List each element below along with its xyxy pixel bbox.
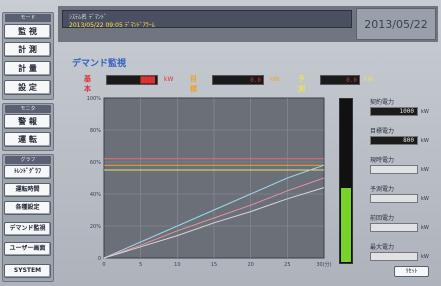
header-bar: ｼｽﾃﾑ名 ﾃﾞﾏﾝﾄﾞ 2013/05/22 09:05 ﾃﾞﾏﾝﾄﾞｱﾗｰﾑ… bbox=[58, 6, 438, 42]
x-tick-label: 0 bbox=[102, 262, 105, 268]
value-field bbox=[370, 194, 418, 203]
nav-operation-button[interactable]: 運 転 bbox=[4, 132, 51, 147]
value-unit: kW bbox=[421, 138, 429, 144]
date-display: 2013/05/22 bbox=[356, 8, 436, 40]
nav-group-header: モニタ bbox=[5, 105, 51, 113]
y-tick-label: 20% bbox=[90, 224, 101, 230]
nav-settings-button[interactable]: 設 定 bbox=[4, 80, 51, 95]
page-title: デマンド監視 bbox=[72, 59, 127, 69]
value-unit: kW bbox=[421, 109, 429, 115]
nav-measure-button[interactable]: 計 測 bbox=[4, 42, 51, 57]
legend-forecast-label: 予測 bbox=[298, 75, 305, 93]
nav-various-settings-button[interactable]: 各種設定 bbox=[4, 201, 51, 215]
value-label: 現時電力 bbox=[370, 157, 395, 164]
y-tick-label: 100% bbox=[87, 96, 102, 102]
value-panel: 契約電力 1000 kW 目標電力 800 kW 現時電力 kW 予測電力 kW 前回電力 kW 最大電… bbox=[360, 95, 440, 279]
nav-trend-graph-button[interactable]: ﾄﾚﾝﾄﾞｸﾞﾗﾌ bbox=[4, 165, 51, 179]
status-panel: ｼｽﾃﾑ名 ﾃﾞﾏﾝﾄﾞ 2013/05/22 09:05 ﾃﾞﾏﾝﾄﾞｱﾗｰﾑ bbox=[62, 10, 352, 29]
legend-target-unit: kW bbox=[270, 76, 280, 83]
x-tick-label: 25 bbox=[284, 262, 290, 268]
value-label: 契約電力 bbox=[370, 99, 395, 106]
x-tick-label: 5 bbox=[139, 262, 142, 268]
nav-monitor-button[interactable]: 監 視 bbox=[4, 24, 51, 39]
value-label: 前回電力 bbox=[370, 215, 395, 222]
nav-metering-button[interactable]: 計 量 bbox=[4, 61, 51, 76]
x-tick-label: 10 bbox=[174, 262, 180, 268]
value-field: 1000 bbox=[370, 107, 418, 116]
value-unit: kW bbox=[421, 196, 429, 202]
demand-level-fill bbox=[341, 188, 351, 262]
nav-user-screen-button[interactable]: ユーザー画面 bbox=[4, 242, 51, 256]
y-tick-label: 0 bbox=[98, 256, 101, 262]
legend-basic-label: 基本 bbox=[84, 75, 91, 93]
value-unit: kW bbox=[421, 225, 429, 231]
alarm-message-text: 2013/05/22 09:05 ﾃﾞﾏﾝﾄﾞｱﾗｰﾑ bbox=[69, 22, 155, 29]
legend-target-label: 目標 bbox=[190, 75, 197, 93]
value-field bbox=[370, 252, 418, 261]
nav-alarm-button[interactable]: 警 報 bbox=[4, 114, 51, 129]
value-unit: kW bbox=[421, 167, 429, 173]
demand-chart: 100% 80% 60% 40% 20% 00 5 10 15 20 25 30(分) bbox=[87, 96, 332, 268]
nav-runtime-button[interactable]: 運転時間 bbox=[4, 183, 51, 197]
legend-basic-value: ████ bbox=[106, 75, 158, 85]
nav-demand-monitor-button[interactable]: デマンド監視 bbox=[4, 222, 51, 236]
legend-basic-unit: kW bbox=[164, 76, 174, 83]
value-field bbox=[370, 165, 418, 174]
demand-level-bar bbox=[339, 98, 353, 264]
reset-button[interactable]: ﾘｾｯﾄ bbox=[394, 266, 429, 277]
value-field: 800 bbox=[370, 136, 418, 145]
x-tick-label: 20 bbox=[247, 262, 253, 268]
legend-target-value: 0.0 bbox=[212, 75, 264, 85]
legend-forecast-value: 0.0 bbox=[320, 75, 360, 85]
x-tick-label: 30(分) bbox=[316, 261, 331, 268]
nav-group-header: モード bbox=[5, 14, 51, 22]
nav-system-button[interactable]: SYSTEM bbox=[4, 264, 51, 278]
x-tick-label: 15 bbox=[211, 262, 217, 268]
value-field bbox=[370, 223, 418, 232]
nav-group-header: グラフ bbox=[5, 156, 51, 164]
value-label: 最大電力 bbox=[370, 244, 395, 251]
value-unit: kW bbox=[421, 254, 429, 260]
value-label: 予測電力 bbox=[370, 186, 395, 193]
y-tick-label: 80% bbox=[90, 128, 101, 134]
y-tick-label: 40% bbox=[90, 192, 101, 198]
y-tick-label: 60% bbox=[90, 160, 101, 166]
value-label: 目標電力 bbox=[370, 128, 395, 135]
legend-forecast-unit: kW bbox=[364, 76, 374, 83]
hmi-screen: モード 監 視 計 測 計 量 設 定 モニタ 警 報 運 転 グラフ ﾄﾚﾝﾄ… bbox=[0, 0, 441, 286]
